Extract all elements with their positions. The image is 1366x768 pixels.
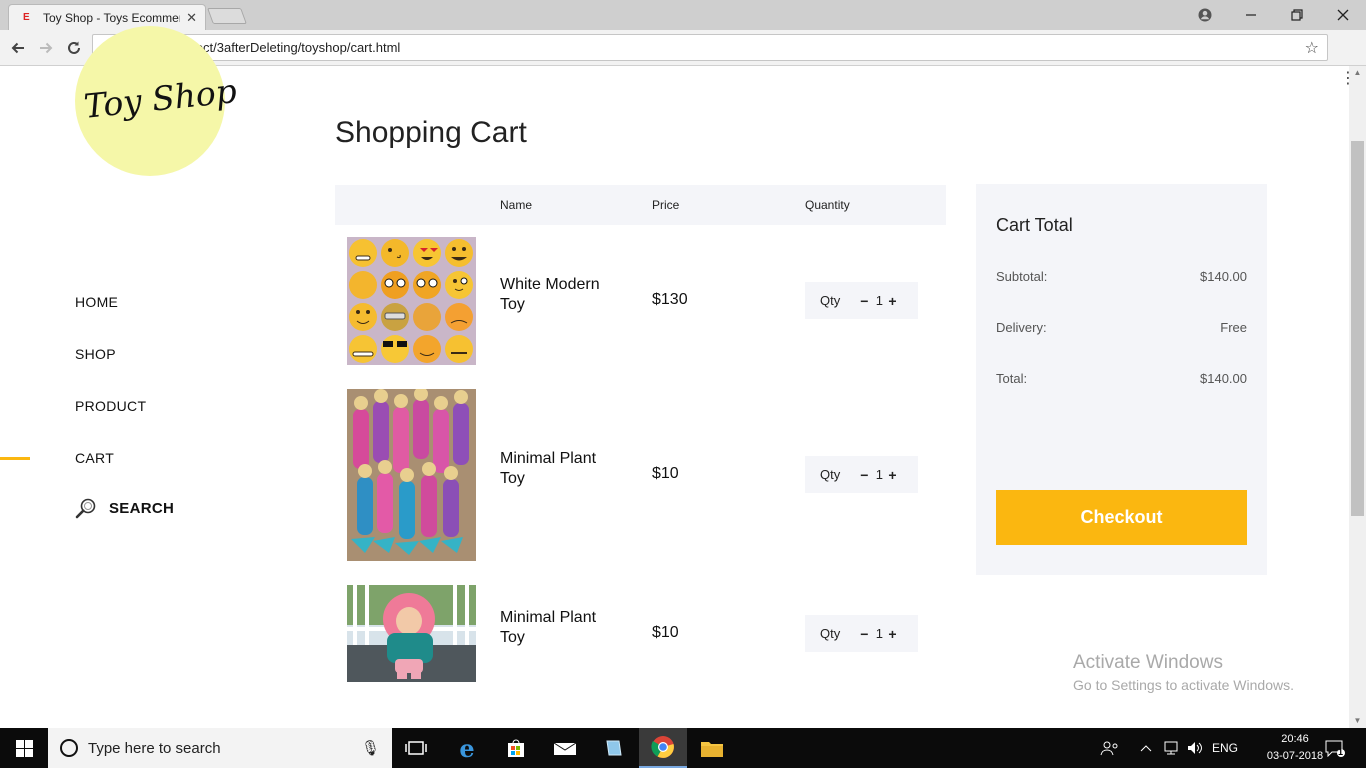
product-name[interactable]: White Modern Toy	[500, 275, 620, 315]
scroll-up-icon[interactable]: ▲	[1349, 66, 1366, 80]
checkout-button[interactable]: Checkout	[996, 490, 1247, 545]
cortana-icon	[60, 739, 78, 757]
page-title: Shopping Cart	[335, 116, 527, 149]
quantity-stepper: Qty − 1 +	[805, 615, 918, 652]
quantity-stepper: Qty − 1 +	[805, 282, 918, 319]
subtotal-row: Subtotal: $140.00	[996, 269, 1247, 284]
new-tab-button[interactable]	[207, 8, 247, 24]
minimize-icon[interactable]	[1228, 0, 1274, 30]
taskbar-clock[interactable]: 20:46 03-07-2018	[1264, 731, 1326, 765]
qty-decrease-button[interactable]: −	[860, 293, 868, 309]
file-explorer-icon[interactable]	[688, 728, 736, 768]
clock-date: 03-07-2018	[1266, 750, 1324, 762]
qty-increase-button[interactable]: +	[888, 293, 896, 309]
windows-taskbar: Type here to search 🎙 e ENG 20:46 03-07-…	[0, 728, 1366, 768]
browser-tab[interactable]: E Toy Shop - Toys Ecommerce ✕	[8, 4, 206, 30]
cart-table-header: Name Price Quantity	[335, 185, 946, 225]
subtotal-value: $140.00	[1200, 269, 1247, 284]
task-view-icon[interactable]	[392, 728, 440, 768]
profile-icon[interactable]	[1182, 0, 1228, 30]
restore-icon[interactable]	[1274, 0, 1320, 30]
qty-decrease-button[interactable]: −	[860, 467, 868, 483]
qty-decrease-button[interactable]: −	[860, 626, 868, 642]
address-url: file:///D:/Project/3afterDeleting/toysho…	[125, 40, 401, 55]
column-quantity: Quantity	[805, 198, 850, 212]
mail-icon[interactable]	[541, 728, 589, 768]
windows-start-icon[interactable]	[0, 728, 48, 768]
microphone-icon[interactable]: 🎙	[361, 739, 380, 757]
total-value: $140.00	[1200, 371, 1247, 386]
product-image-pink-hair-doll[interactable]	[347, 585, 476, 682]
product-price: $10	[652, 624, 679, 641]
product-price: $130	[652, 291, 688, 308]
taskbar-search-box[interactable]: Type here to search 🎙	[48, 728, 392, 768]
action-center-icon[interactable]: 1	[1324, 728, 1346, 768]
total-row: Total: $140.00	[996, 371, 1247, 386]
product-price: $10	[652, 465, 679, 482]
search-label: SEARCH	[109, 499, 175, 517]
address-bar[interactable]: i file:///D:/Project/3afterDeleting/toys…	[92, 34, 1328, 61]
edge-browser-icon[interactable]: e	[443, 728, 491, 768]
close-window-icon[interactable]	[1320, 0, 1366, 30]
activation-watermark-text: Go to Settings to activate Windows.	[1073, 677, 1294, 693]
search-link[interactable]: SEARCH	[75, 497, 174, 519]
store-icon[interactable]	[492, 728, 540, 768]
tab-favicon: E	[23, 11, 30, 23]
delivery-label: Delivery:	[996, 320, 1047, 335]
qty-increase-button[interactable]: +	[888, 626, 896, 642]
cart-total-panel: Cart Total Subtotal: $140.00 Delivery: F…	[976, 184, 1267, 575]
qty-label: Qty	[820, 626, 841, 641]
people-icon[interactable]	[1100, 728, 1120, 768]
browser-tabstrip: E Toy Shop - Toys Ecommerce ✕	[0, 0, 1366, 30]
qty-value[interactable]: 1	[872, 626, 886, 641]
scrollbar-thumb[interactable]	[1351, 141, 1364, 516]
quantity-stepper: Qty − 1 +	[805, 456, 918, 493]
back-arrow-icon[interactable]	[6, 36, 30, 60]
subtotal-label: Subtotal:	[996, 269, 1048, 284]
qty-value[interactable]: 1	[872, 293, 886, 308]
volume-icon[interactable]	[1186, 728, 1204, 768]
qty-increase-button[interactable]: +	[888, 467, 896, 483]
sticky-notes-icon[interactable]	[590, 728, 638, 768]
network-icon[interactable]	[1162, 728, 1180, 768]
delivery-row: Delivery: Free	[996, 320, 1247, 335]
product-name[interactable]: Minimal Plant Toy	[500, 449, 620, 489]
cart-total-title: Cart Total	[996, 215, 1073, 235]
product-image-emoji-toys[interactable]	[347, 237, 476, 365]
product-name[interactable]: Minimal Plant Toy	[500, 608, 620, 648]
delivery-value: Free	[1220, 320, 1247, 335]
bookmark-star-icon[interactable]: ☆	[1305, 38, 1319, 58]
tab-close-icon[interactable]: ✕	[186, 10, 197, 26]
nav-item-home[interactable]: HOME	[75, 294, 118, 310]
scroll-down-icon[interactable]: ▼	[1349, 714, 1366, 728]
product-image-mermaid-dolls[interactable]	[347, 389, 476, 561]
nav-item-shop[interactable]: SHOP	[75, 346, 116, 362]
forward-arrow-icon[interactable]	[34, 36, 58, 60]
language-indicator[interactable]: ENG	[1212, 728, 1238, 768]
qty-value[interactable]: 1	[872, 467, 886, 482]
magnifier-icon	[75, 498, 96, 519]
qty-label: Qty	[820, 293, 841, 308]
total-label: Total:	[996, 371, 1028, 386]
taskbar-search-placeholder: Type here to search	[88, 739, 221, 757]
column-name: Name	[500, 198, 533, 212]
qty-label: Qty	[820, 467, 841, 482]
activation-watermark-title: Activate Windows	[1073, 652, 1223, 673]
tab-title: Toy Shop - Toys Ecommerce	[43, 10, 180, 25]
clock-time: 20:46	[1281, 733, 1309, 745]
nav-item-product[interactable]: PRODUCT	[75, 398, 146, 414]
nav-item-cart[interactable]: CART	[75, 450, 114, 466]
tray-chevron-up-icon[interactable]	[1140, 728, 1152, 768]
reload-icon[interactable]	[62, 36, 86, 60]
active-nav-indicator	[0, 457, 30, 460]
chrome-taskbar-icon[interactable]	[639, 728, 687, 768]
column-price: Price	[652, 198, 680, 212]
notification-count: 1	[1338, 747, 1344, 757]
page-scrollbar[interactable]: ▲ ▼	[1349, 66, 1366, 728]
